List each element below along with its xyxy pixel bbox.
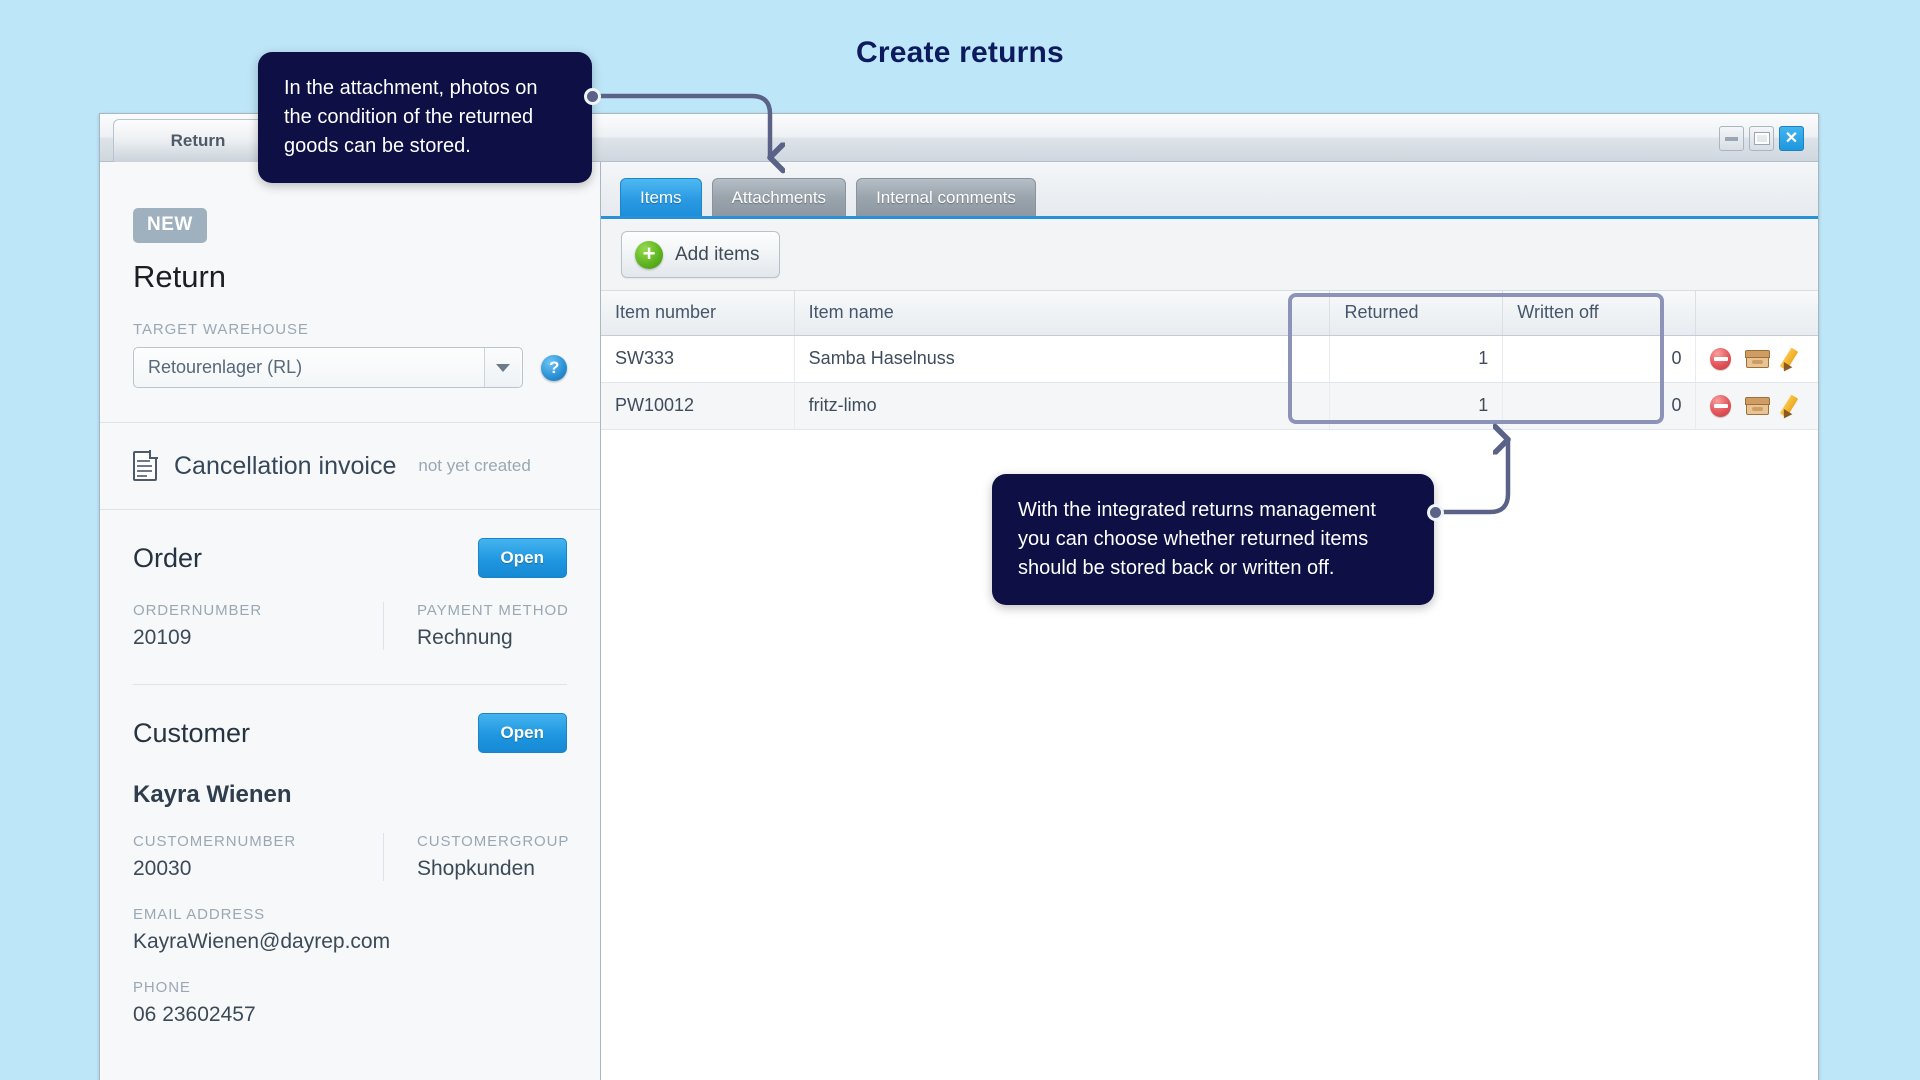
customer-field-value: Shopkunden [417, 857, 535, 880]
cancellation-invoice-status: not yet created [418, 456, 531, 475]
order-field-value: 20109 [133, 626, 192, 649]
edit-pencil-icon[interactable] [1779, 394, 1804, 421]
column-header-item-name[interactable]: Item name [794, 291, 1331, 336]
target-warehouse-select[interactable]: Retourenlager (RL) [133, 347, 524, 388]
plus-circle-icon: + [635, 240, 663, 269]
close-icon: ✕ [1784, 129, 1799, 147]
help-icon[interactable]: ? [541, 354, 567, 381]
tab-attachments[interactable]: Attachments [711, 178, 847, 216]
tab-items[interactable]: Items [620, 178, 702, 216]
edit-pencil-icon[interactable] [1779, 347, 1804, 374]
column-header-item-number[interactable]: Item number [601, 291, 795, 336]
open-customer-button[interactable]: Open [477, 713, 567, 753]
chevron-down-icon[interactable] [484, 348, 521, 387]
window-body: NEW Return TARGET WAREHOUSE Retourenlage… [100, 162, 1818, 1080]
order-field-label: PAYMENT METHOD [417, 602, 569, 619]
customer-email-value: KayraWienen@dayrep.com [133, 930, 391, 953]
customer-email-label: EMAIL ADDRESS [133, 906, 266, 923]
return-summary-section: NEW Return TARGET WAREHOUSE Retourenlage… [100, 162, 600, 388]
order-field-ordernumber: ORDERNUMBER 20109 [133, 602, 383, 650]
order-section: Order Open ORDERNUMBER 20109 PAYMENT MET… [100, 510, 600, 685]
right-content-pane: Items Attachments Internal comments + Ad… [601, 162, 1818, 1080]
document-icon [133, 450, 158, 481]
table-row[interactable]: PW10012 fritz-limo 1 0 [601, 382, 1818, 430]
tab-internal-comments[interactable]: Internal comments [856, 178, 1036, 216]
close-button[interactable]: ✕ [1779, 126, 1804, 151]
status-badge: NEW [133, 208, 207, 243]
cancellation-invoice-row: Cancellation invoice not yet created [100, 423, 600, 509]
minimize-icon [1725, 136, 1738, 141]
customer-title: Customer [133, 717, 251, 748]
customer-field-label: CUSTOMERNUMBER [133, 833, 297, 850]
customer-phone: PHONE 06 23602457 [133, 979, 567, 1027]
column-header-returned[interactable]: Returned [1329, 291, 1504, 336]
add-items-label: Add items [675, 243, 760, 265]
callout-attachments-anchor [584, 88, 601, 105]
customer-field-label: CUSTOMERGROUP [417, 833, 570, 850]
storage-box-icon[interactable] [1744, 349, 1770, 368]
callout-returns-management: With the integrated returns management y… [992, 474, 1434, 605]
cell-item-number: PW10012 [601, 382, 795, 430]
table-row[interactable]: SW333 Samba Haselnuss 1 0 [601, 335, 1818, 383]
cell-item-name: fritz-limo [794, 382, 1331, 430]
customer-email: EMAIL ADDRESS KayraWienen@dayrep.com [133, 906, 567, 954]
cell-returned: 1 [1329, 335, 1504, 383]
cell-actions [1695, 335, 1818, 383]
cell-item-name: Samba Haselnuss [794, 335, 1331, 383]
column-header-written-off[interactable]: Written off [1502, 291, 1697, 336]
items-table-wrapper: Item number Item name Returned Written o… [601, 291, 1818, 430]
tab-bar: Items Attachments Internal comments [601, 162, 1818, 219]
target-warehouse-value: Retourenlager (RL) [148, 357, 303, 377]
customer-field-value: 20030 [133, 857, 192, 880]
items-toolbar: + Add items [601, 219, 1818, 291]
return-window: Return ✕ NEW Return TARGET WAREHOUSE Ret… [99, 113, 1819, 1080]
callout-returns-anchor [1427, 504, 1444, 521]
add-items-button[interactable]: + Add items [621, 231, 781, 278]
order-fields: ORDERNUMBER 20109 PAYMENT METHOD Rechnun… [133, 602, 569, 650]
storage-box-icon[interactable] [1744, 396, 1770, 415]
customer-phone-label: PHONE [133, 979, 191, 996]
cancellation-invoice-title: Cancellation invoice [174, 451, 397, 480]
callout-attachments: In the attachment, photos on the conditi… [258, 52, 592, 183]
order-field-value: Rechnung [417, 626, 513, 649]
cell-item-number: SW333 [601, 335, 795, 383]
maximize-icon [1753, 132, 1770, 145]
cell-actions [1695, 382, 1818, 430]
column-header-actions [1695, 291, 1818, 336]
left-detail-pane: NEW Return TARGET WAREHOUSE Retourenlage… [100, 162, 601, 1080]
minimize-button[interactable] [1719, 126, 1744, 151]
customer-field-customergroup: CUSTOMERGROUP Shopkunden [383, 833, 569, 881]
open-order-button[interactable]: Open [477, 538, 567, 578]
customer-phone-value: 06 23602457 [133, 1003, 256, 1026]
target-warehouse-label: TARGET WAREHOUSE [133, 321, 309, 338]
order-title: Order [133, 542, 203, 573]
customer-section: Customer Open Kayra Wienen CUSTOMERNUMBE… [100, 685, 600, 1027]
order-field-label: ORDERNUMBER [133, 602, 263, 619]
customer-fields: CUSTOMERNUMBER 20030 CUSTOMERGROUP Shopk… [133, 833, 569, 881]
screenshot-root: Create returns Return ✕ NEW Return TARGE… [0, 0, 1920, 1080]
customer-name: Kayra Wienen [133, 781, 292, 808]
customer-field-customernumber: CUSTOMERNUMBER 20030 [133, 833, 383, 881]
cell-written-off: 0 [1502, 335, 1697, 383]
items-table: Item number Item name Returned Written o… [601, 291, 1818, 430]
table-header-row: Item number Item name Returned Written o… [601, 291, 1818, 336]
target-warehouse-row: Retourenlager (RL) ? [133, 347, 567, 388]
window-controls: ✕ [1719, 126, 1804, 151]
customer-header: Customer Open [133, 685, 567, 753]
delete-icon[interactable] [1710, 394, 1731, 417]
cell-written-off: 0 [1502, 382, 1697, 430]
delete-icon[interactable] [1710, 347, 1731, 370]
maximize-button[interactable] [1749, 126, 1774, 151]
order-header: Order Open [133, 510, 567, 578]
return-heading: Return [133, 259, 227, 294]
order-field-payment-method: PAYMENT METHOD Rechnung [383, 602, 569, 650]
cell-returned: 1 [1329, 382, 1504, 430]
